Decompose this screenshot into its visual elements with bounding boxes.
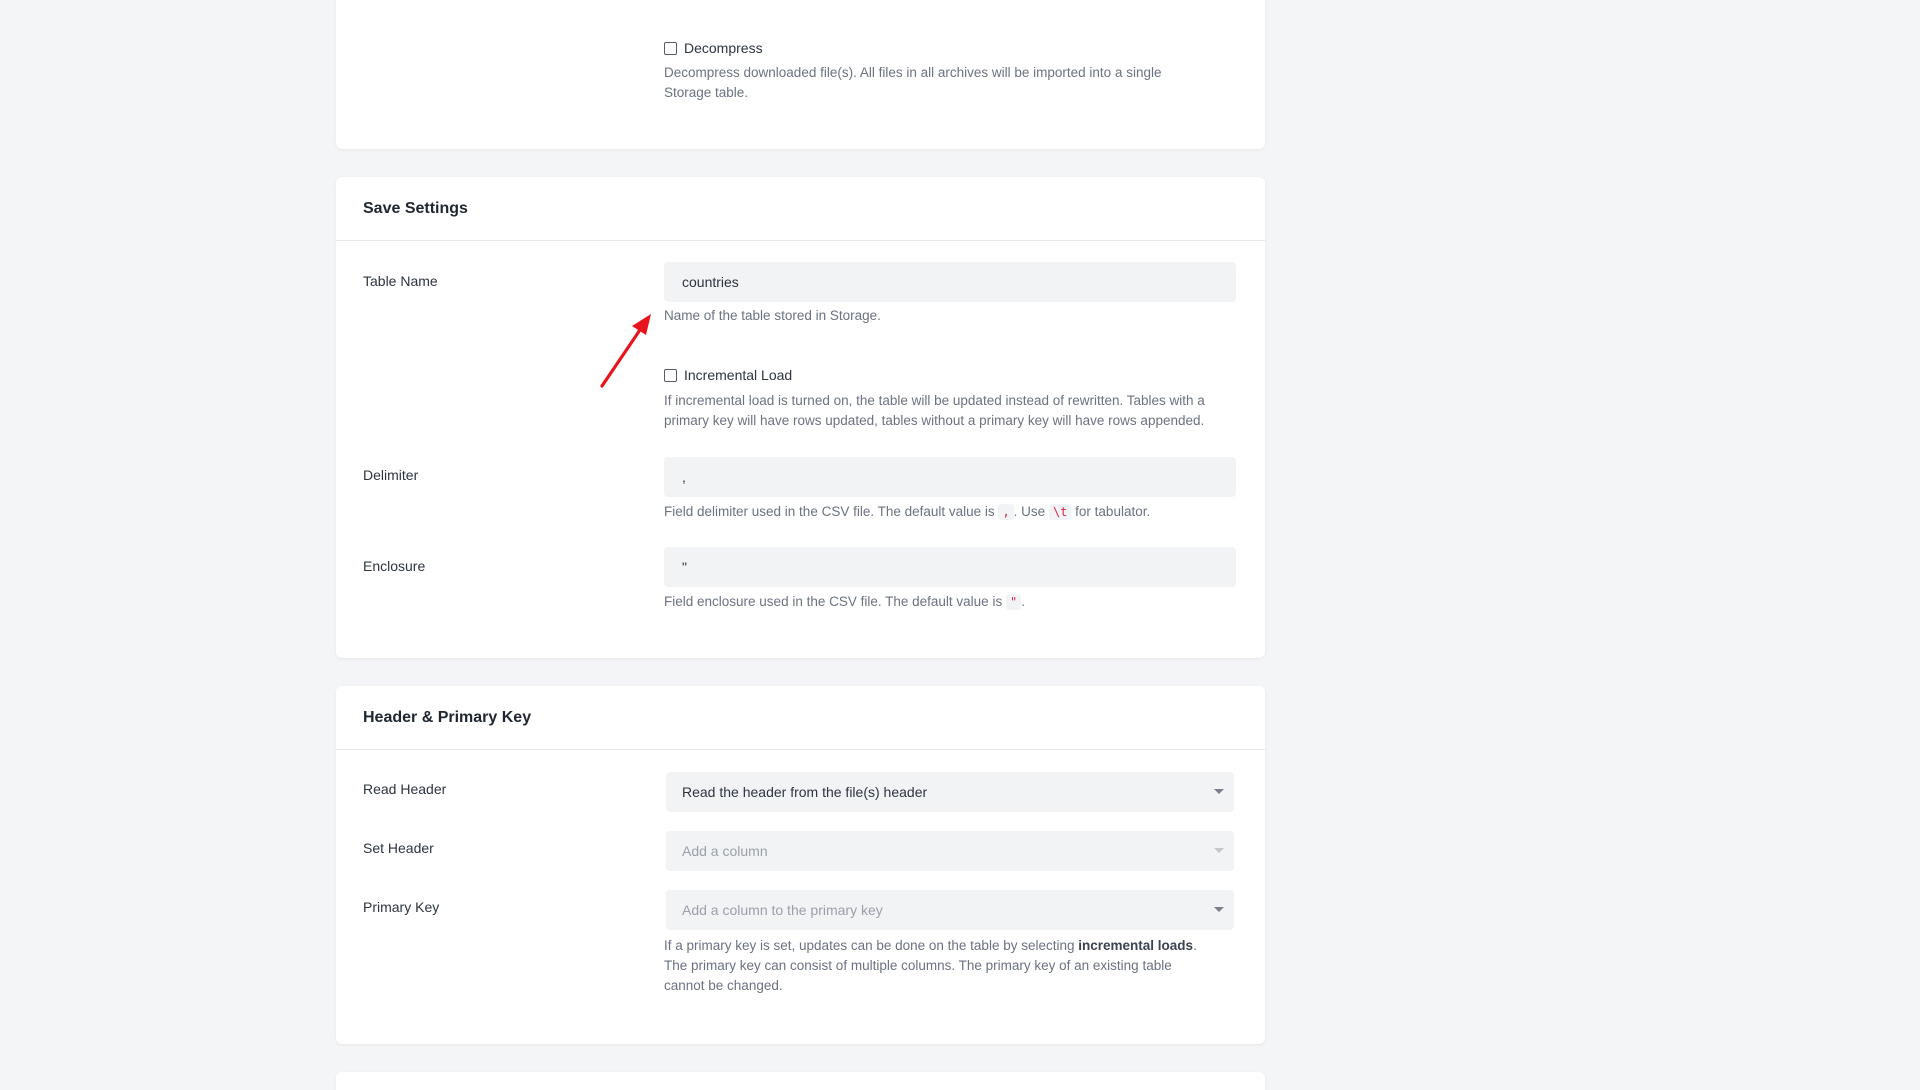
set-header-label: Set Header [363, 840, 434, 856]
decompress-help: Decompress downloaded file(s). All files… [664, 65, 1162, 100]
set-header-select[interactable]: Add a column [666, 831, 1234, 871]
read-header-field: Read the header from the file(s) header [664, 772, 1236, 812]
table-name-label: Table Name [363, 273, 438, 289]
save-settings-card: Save Settings Table Name countries Name … [336, 177, 1265, 658]
enclosure-label: Enclosure [363, 558, 426, 574]
header-primary-key-title: Header & Primary Key [336, 686, 1265, 750]
read-header-label: Read Header [363, 781, 447, 797]
delimiter-help: Field delimiter used in the CSV file. Th… [664, 504, 1151, 520]
delimiter-default-code: , [998, 504, 1014, 520]
read-header-value: Read the header from the file(s) header [682, 784, 928, 800]
decompress-checkbox[interactable] [664, 41, 677, 55]
incremental-load-label: Incremental Load [684, 367, 793, 383]
primary-key-placeholder: Add a column to the primary key [682, 902, 883, 918]
primary-key-label: Primary Key [363, 899, 440, 915]
table-name-input[interactable]: countries [664, 262, 1236, 302]
enclosure-help: Field enclosure used in the CSV file. Th… [664, 594, 1025, 610]
primary-key-field: Add a column to the primary key If a pri… [664, 890, 1236, 996]
set-header-field: Add a column [664, 831, 1236, 871]
next-card [336, 1072, 1265, 1090]
enclosure-input[interactable]: " [664, 547, 1236, 587]
tab-code: \t [1048, 504, 1072, 520]
delimiter-field: , Field delimiter used in the CSV file. … [664, 457, 1236, 522]
delimiter-label: Delimiter [363, 467, 419, 483]
decompress-field: Decompress Decompress downloaded file(s)… [664, 38, 1236, 103]
incremental-load-help: If incremental load is turned on, the ta… [664, 393, 1205, 428]
chevron-down-icon [1214, 907, 1224, 912]
decompress-checkbox-row[interactable]: Decompress [664, 38, 1236, 58]
set-header-placeholder: Add a column [682, 843, 768, 859]
decompress-checkbox-label: Decompress [684, 40, 763, 56]
incremental-loads-emphasis: incremental loads [1078, 938, 1194, 953]
incremental-load-field: Incremental Load If incremental load is … [664, 365, 1236, 431]
incremental-load-checkbox-row[interactable]: Incremental Load [664, 365, 1236, 385]
table-name-help: Name of the table stored in Storage. [664, 308, 881, 323]
enclosure-default-code: " [1005, 594, 1022, 610]
decompress-card: Decompress Decompress downloaded file(s)… [336, 0, 1265, 149]
header-primary-key-card: Header & Primary Key Read Header Read th… [336, 686, 1265, 1044]
delimiter-input[interactable]: , [664, 457, 1236, 497]
annotation-arrow-icon [600, 314, 651, 388]
incremental-load-checkbox[interactable] [664, 368, 677, 382]
table-name-field: countries Name of the table stored in St… [664, 262, 1236, 326]
chevron-down-icon [1214, 789, 1224, 794]
read-header-select[interactable]: Read the header from the file(s) header [666, 772, 1234, 812]
enclosure-field: " Field enclosure used in the CSV file. … [664, 547, 1236, 612]
save-settings-title: Save Settings [336, 177, 1265, 241]
primary-key-help: If a primary key is set, updates can be … [664, 938, 1197, 993]
chevron-down-icon [1214, 848, 1224, 853]
primary-key-select[interactable]: Add a column to the primary key [666, 890, 1234, 930]
